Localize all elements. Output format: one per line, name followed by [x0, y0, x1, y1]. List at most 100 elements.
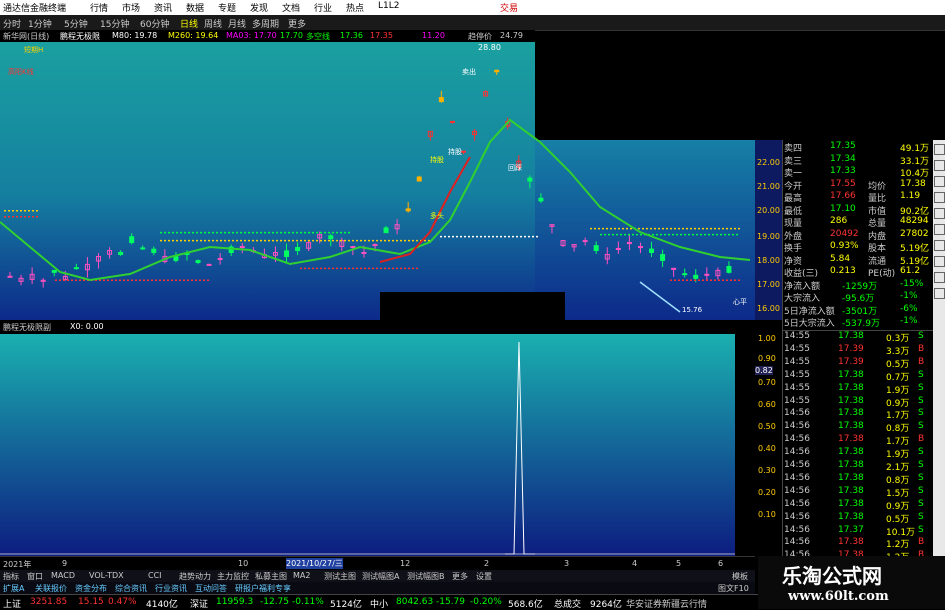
tick-volume: 0.5万 — [886, 359, 910, 370]
period-more[interactable]: 更多 — [288, 17, 306, 30]
period-weekly[interactable]: 周线 — [204, 17, 222, 30]
menu-trade[interactable]: 交易 — [500, 1, 518, 14]
indicator-tab[interactable]: 趋势动力 — [179, 571, 211, 582]
menu-discover[interactable]: 发现 — [250, 1, 268, 14]
tick-price: 17.38 — [838, 408, 864, 419]
candle-body — [73, 267, 79, 270]
candle-body — [361, 251, 367, 254]
info-icon[interactable] — [934, 256, 945, 267]
sz-percent: -0.11% — [292, 597, 324, 607]
lower-indicator-chart[interactable] — [0, 334, 755, 556]
candle-body — [626, 242, 632, 245]
indicator-tab[interactable]: MA2 — [293, 571, 310, 580]
menu-topic[interactable]: 专题 — [218, 1, 236, 14]
tick-row: 14:56 17.37 10.1万 S — [782, 525, 930, 538]
extension-tab[interactable]: 行业资讯 — [155, 583, 187, 594]
time-label-1: 2021年 — [3, 560, 32, 569]
period-multi[interactable]: 多周期 — [252, 17, 279, 30]
zx-name[interactable]: 中小 — [370, 597, 388, 610]
time-label-10: 6 — [718, 559, 724, 568]
tick-volume: 0.8万 — [886, 475, 910, 486]
indicator-tab[interactable]: 主力监控 — [217, 571, 249, 582]
tick-price: 17.37 — [838, 524, 864, 535]
period-15min[interactable]: 15分钟 — [100, 17, 129, 30]
time-label-8: 4 — [632, 559, 638, 568]
indicator-tab[interactable]: 更多 — [452, 571, 468, 582]
tick-row: 14:56 17.38 0.8万 S — [782, 473, 930, 486]
axis-20: 20.00 — [757, 206, 780, 215]
menu-quotes[interactable]: 行情 — [90, 1, 108, 14]
candle-body — [682, 273, 688, 276]
menu-industry[interactable]: 行业 — [314, 1, 332, 14]
quote-price: 17.34 — [830, 153, 856, 164]
label-sell: 卖出 — [462, 67, 476, 76]
extension-tab[interactable]: 关联报价 — [35, 583, 67, 594]
indicator-tab[interactable]: 测试幅图A — [362, 571, 399, 582]
settings-icon[interactable] — [934, 192, 945, 203]
period-5min[interactable]: 5分钟 — [64, 17, 88, 30]
indicator-tab[interactable]: 设置 — [476, 571, 492, 582]
f10-tab[interactable]: 图文F10 — [718, 583, 749, 594]
close-icon[interactable] — [934, 144, 945, 155]
candle-body — [129, 236, 135, 244]
indicator-tab[interactable]: 测试主图 — [324, 571, 356, 582]
watermark-title: 乐淘公式网 — [782, 564, 882, 588]
extension-tab[interactable]: 综合资讯 — [115, 583, 147, 594]
template-tab[interactable]: 模板 — [732, 571, 748, 582]
extension-tab[interactable]: 资金分布 — [75, 583, 107, 594]
indicator-tab[interactable]: CCI — [148, 571, 162, 580]
extension-tab[interactable]: 互动问答 — [195, 583, 227, 594]
chart-icon[interactable] — [934, 208, 945, 219]
tick-direction: S — [918, 511, 924, 522]
ma-v4: 17.35 — [370, 31, 393, 40]
quote-value: 48294 — [900, 216, 929, 226]
price-chart[interactable]: 高阳K线 短期H 28.80 卖出 持股 多头 持股 回踩 心平 15.76 — [0, 42, 755, 320]
grid-icon[interactable] — [934, 240, 945, 251]
time-label-7: 3 — [564, 559, 570, 568]
indicator-tab[interactable]: 私募主图 — [255, 571, 287, 582]
list-icon[interactable] — [934, 224, 945, 235]
menu-l1l2[interactable]: L1L2 — [378, 1, 399, 11]
menu-hot[interactable]: 热点 — [346, 1, 364, 14]
ma-v1: 17.70 — [280, 31, 303, 40]
period-60min[interactable]: 60分钟 — [140, 17, 169, 30]
indicator-tab[interactable]: 窗口 — [27, 571, 43, 582]
tick-direction: S — [918, 382, 924, 393]
candle-body — [527, 177, 533, 182]
indicator-tab[interactable]: 指标 — [3, 571, 19, 582]
pen-icon[interactable] — [934, 288, 945, 299]
layout-icon[interactable] — [934, 176, 945, 187]
tick-price: 17.38 — [838, 537, 864, 548]
sh-change: 15.15 — [78, 597, 104, 607]
menu-data[interactable]: 数据 — [186, 1, 204, 14]
candle-body — [7, 275, 13, 278]
menu-news[interactable]: 资讯 — [154, 1, 172, 14]
time-label-6: 2 — [484, 559, 490, 568]
tick-row: 14:56 17.38 2.1万 S — [782, 460, 930, 473]
period-monthly[interactable]: 月线 — [228, 17, 246, 30]
period-1min[interactable]: 1分钟 — [28, 17, 52, 30]
ma-v2: 多空线 — [306, 32, 330, 41]
sz-name[interactable]: 深证 — [190, 597, 208, 610]
quote-price: 17.55 — [830, 178, 856, 189]
time-label-2: 9 — [62, 559, 68, 568]
period-intraday[interactable]: 分时 — [3, 17, 21, 30]
menu-doc[interactable]: 文档 — [282, 1, 300, 14]
right-icon-strip — [933, 140, 945, 570]
lower-indicator-value: X0: 0.00 — [70, 322, 104, 331]
label-hold2: 持股 — [448, 147, 462, 156]
indicator-tab[interactable]: MACD — [51, 571, 75, 580]
extension-tab[interactable]: 研报户福利专享 — [235, 583, 291, 594]
extension-tab[interactable]: 扩展A — [3, 583, 24, 594]
indicator-tab[interactable]: VOL-TDX — [89, 571, 124, 580]
period-daily[interactable]: 日线 — [180, 17, 198, 30]
sh-name[interactable]: 上证 — [3, 597, 21, 610]
tool-icon[interactable] — [934, 272, 945, 283]
minimize-icon[interactable] — [934, 160, 945, 171]
indicator-tab[interactable]: 测试幅图B — [407, 571, 445, 582]
app-title: 通达信金融终端 — [3, 4, 67, 14]
chart-black-block — [380, 292, 565, 320]
indicator-tabs: 指标 窗口 MACD VOL-TDX CCI 趋势动力 主力监控 私募主图 MA2 测试主图 测试幅… — [0, 570, 755, 582]
menu-market[interactable]: 市场 — [122, 1, 140, 14]
tick-time: 14:56 — [784, 447, 810, 458]
